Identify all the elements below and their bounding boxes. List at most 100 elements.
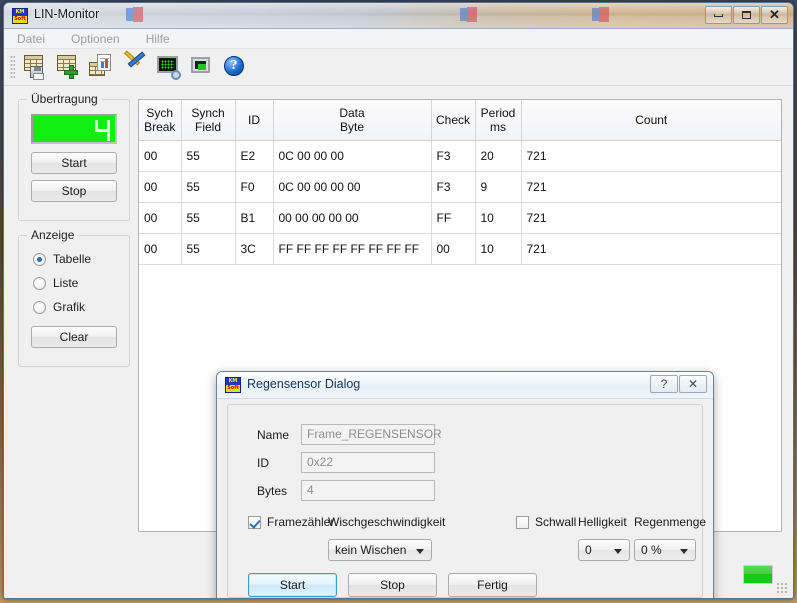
clear-button[interactable]: Clear <box>31 326 117 348</box>
bytes-input[interactable]: 4 <box>301 480 435 501</box>
report-document-icon[interactable] <box>88 53 116 81</box>
close-button[interactable]: ✕ <box>761 6 788 24</box>
radio-liste[interactable]: Liste <box>33 276 78 290</box>
cell-count: 721 <box>521 233 781 265</box>
cell-id: B1 <box>235 202 274 234</box>
cell-count: 721 <box>521 202 781 234</box>
kmsoft-logo-icon: KM Soft <box>12 8 28 24</box>
dialog-stop-button[interactable]: Stop <box>348 573 437 597</box>
checkbox-framezaehler[interactable]: Framezähler <box>248 515 334 529</box>
menu-item-datei[interactable]: Datei <box>14 31 48 47</box>
table-row[interactable]: 00 55 3C FF FF FF FF FF FF FF FF 00 10 7… <box>139 233 781 265</box>
radio-grafik-indicator <box>33 300 46 314</box>
window-controls: ✕ <box>705 6 788 24</box>
table-row[interactable]: 00 55 F0 0C 00 00 00 00 F3 9 721 <box>139 171 781 203</box>
label-name: Name <box>257 427 290 442</box>
table-row[interactable]: 00 55 E2 0C 00 00 00 F3 20 721 <box>139 140 781 172</box>
col-period-ms[interactable]: Period ms <box>475 100 522 141</box>
cell-check: F3 <box>431 171 476 203</box>
table-header-row: Sych Break Synch Field ID Data Byte Check P… <box>139 100 781 141</box>
col-check[interactable]: Check <box>431 100 476 141</box>
col-synch-field[interactable]: Synch Field <box>181 100 236 141</box>
radio-grafik-label: Grafik <box>53 300 86 314</box>
kmsoft-logo-icon: KM Soft <box>225 377 241 393</box>
checkbox-schwall-indicator <box>516 515 529 529</box>
dialog-help-button[interactable]: ? <box>650 375 678 393</box>
dialog-titlebar: KM Soft Regensensor Dialog ? ✕ <box>217 372 713 399</box>
id-input[interactable]: 0x22 <box>301 452 435 473</box>
help-icon[interactable]: ? <box>220 53 248 81</box>
radio-tabelle-indicator <box>33 252 46 266</box>
select-helligkeit-value: 0 <box>585 543 592 557</box>
dialog-close-button[interactable]: ✕ <box>679 375 707 393</box>
desktop-ghost-icon-3 <box>592 7 609 23</box>
resize-grip[interactable] <box>776 582 789 595</box>
lcd-digit <box>95 119 110 141</box>
label-bytes: Bytes <box>257 483 288 498</box>
name-input[interactable]: Frame_REGENSENSOR <box>301 424 442 445</box>
cell-id: F0 <box>235 171 274 203</box>
cell-data-byte: FF FF FF FF FF FF FF FF <box>273 233 432 265</box>
dialog-fertig-button[interactable]: Fertig <box>448 573 537 597</box>
add-table-icon[interactable] <box>55 53 83 81</box>
cell-sych-break: 00 <box>139 140 182 172</box>
maximize-button[interactable] <box>733 6 760 24</box>
toolbar-grip[interactable] <box>10 55 15 79</box>
regensensor-dialog: KM Soft Regensensor Dialog ? ✕ Name Frame… <box>216 371 714 598</box>
cell-synch-field: 55 <box>181 202 236 234</box>
chevron-down-icon <box>614 549 622 554</box>
save-table-icon[interactable] <box>22 53 50 81</box>
checkbox-framezaehler-label: Framezähler <box>267 515 335 529</box>
menu-item-optionen[interactable]: Optionen <box>68 31 123 47</box>
dialog-start-button[interactable]: Start <box>248 573 337 597</box>
cell-synch-field: 55 <box>181 171 236 203</box>
transmission-lcd-display <box>31 114 117 144</box>
col-sych-break[interactable]: Sych Break <box>139 100 182 141</box>
cell-period: 10 <box>475 233 522 265</box>
scope-config-icon[interactable] <box>154 53 182 81</box>
group-uebertragung-title: Übertragung <box>27 92 102 106</box>
checkbox-schwall-label: Schwall <box>535 515 577 529</box>
label-regenmenge: Regenmenge <box>634 515 707 529</box>
start-button[interactable]: Start <box>31 152 117 174</box>
field-row-id: ID 0x22 <box>257 452 435 473</box>
cell-synch-field: 55 <box>181 140 236 172</box>
select-helligkeit[interactable]: 0 <box>578 539 630 561</box>
select-wischgeschwindigkeit[interactable]: kein Wischen <box>328 539 432 561</box>
field-row-bytes: Bytes 4 <box>257 480 435 501</box>
cell-period: 9 <box>475 171 522 203</box>
col-id[interactable]: ID <box>235 100 274 141</box>
table-row[interactable]: 00 55 B1 00 00 00 00 00 FF 10 721 <box>139 202 781 234</box>
minimize-button[interactable] <box>705 6 732 24</box>
main-window: KM Soft LIN-Monitor ✕ Datei Optionen Hilf… <box>3 2 794 599</box>
label-wischgeschwindigkeit: Wischgeschwindigkeit <box>328 515 446 529</box>
col-data-byte[interactable]: Data Byte <box>273 100 432 141</box>
group-uebertragung: Übertragung Start Stop <box>18 92 130 221</box>
cell-period: 20 <box>475 140 522 172</box>
label-helligkeit: Helligkeit <box>578 515 627 529</box>
cell-check: 00 <box>431 233 476 265</box>
dialog-body: Name Frame_REGENSENSOR ID 0x22 Bytes 4 F… <box>227 404 707 598</box>
cell-data-byte: 00 00 00 00 00 <box>273 202 432 234</box>
radio-liste-indicator <box>33 276 46 290</box>
status-led-indicator <box>743 565 773 584</box>
select-regenmenge[interactable]: 0 % <box>634 539 696 561</box>
group-anzeige: Anzeige Tabelle Liste Grafik Clear <box>18 228 130 367</box>
cell-data-byte: 0C 00 00 00 <box>273 140 432 172</box>
menu-item-hilfe[interactable]: Hilfe <box>143 31 173 47</box>
tools-settings-icon[interactable] <box>121 50 149 81</box>
cell-synch-field: 55 <box>181 233 236 265</box>
radio-liste-label: Liste <box>53 276 79 290</box>
cell-sych-break: 00 <box>139 171 182 203</box>
chip-monitor-icon[interactable] <box>187 53 215 81</box>
field-row-name: Name Frame_REGENSENSOR <box>257 424 442 445</box>
checkbox-schwall[interactable]: Schwall <box>516 515 576 529</box>
cell-sych-break: 00 <box>139 233 182 265</box>
desktop-ghost-icon-2 <box>460 7 477 23</box>
radio-grafik[interactable]: Grafik <box>33 300 85 314</box>
col-count[interactable]: Count <box>521 100 781 141</box>
window-title: LIN-Monitor <box>34 7 100 21</box>
cell-check: F3 <box>431 140 476 172</box>
radio-tabelle[interactable]: Tabelle <box>33 252 91 266</box>
stop-button[interactable]: Stop <box>31 180 117 202</box>
